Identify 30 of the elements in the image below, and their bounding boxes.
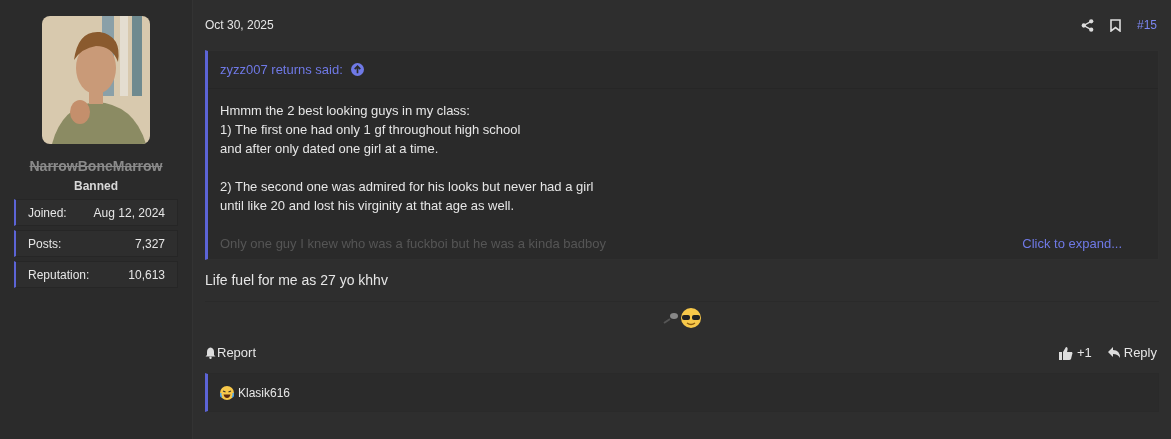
stat-value: 7,327: [134, 235, 165, 253]
quote-text: Hmmm the 2 best looking guys in my class:: [220, 102, 471, 120]
share-icon[interactable]: [1080, 18, 1094, 32]
stat-value: 10,613: [128, 266, 165, 284]
reply-arrow-icon: [1107, 347, 1121, 359]
quote-text: and after only dated one girl at a time.: [220, 140, 440, 158]
report-button[interactable]: Report: [205, 343, 257, 363]
reply-button[interactable]: Reply: [1107, 343, 1157, 363]
bell-icon: [205, 347, 216, 359]
post-date[interactable]: Oct 30, 2025: [205, 16, 274, 34]
user-title: Banned: [74, 178, 118, 195]
stat-label: Joined:: [28, 204, 67, 222]
crying-laughing-emoji-icon: [220, 385, 234, 400]
thumbs-up-icon: [1058, 346, 1073, 360]
post-message: Life fuel for me as 27 yo khhv: [205, 271, 389, 290]
stat-label: Posts:: [28, 235, 62, 253]
quote-text: until like 20 and lost his virginity at that age as well.: [220, 197, 516, 215]
bookmark-icon[interactable]: [1109, 18, 1121, 32]
expand-link[interactable]: Click to expand...: [1022, 234, 1122, 253]
post-number[interactable]: #15: [1136, 16, 1157, 34]
username[interactable]: NarrowBoneMarrow: [29, 156, 163, 177]
sunglasses-emoji-icon: [662, 306, 702, 329]
quote-text: 1) The first one had only 1 gf throughout high school: [220, 121, 522, 139]
reaction-user-link[interactable]: Klasik616: [238, 383, 291, 402]
like-button[interactable]: +1: [1058, 343, 1092, 363]
stat-value: Aug 12, 2024: [93, 204, 165, 222]
stat-label: Reputation:: [28, 266, 90, 284]
quote-author-link[interactable]: zyzz007 returns said:: [220, 59, 343, 80]
arrow-up-icon[interactable]: [350, 63, 364, 76]
quote-text: 2) The second one was admired for his looks but never had a girl: [220, 178, 595, 196]
